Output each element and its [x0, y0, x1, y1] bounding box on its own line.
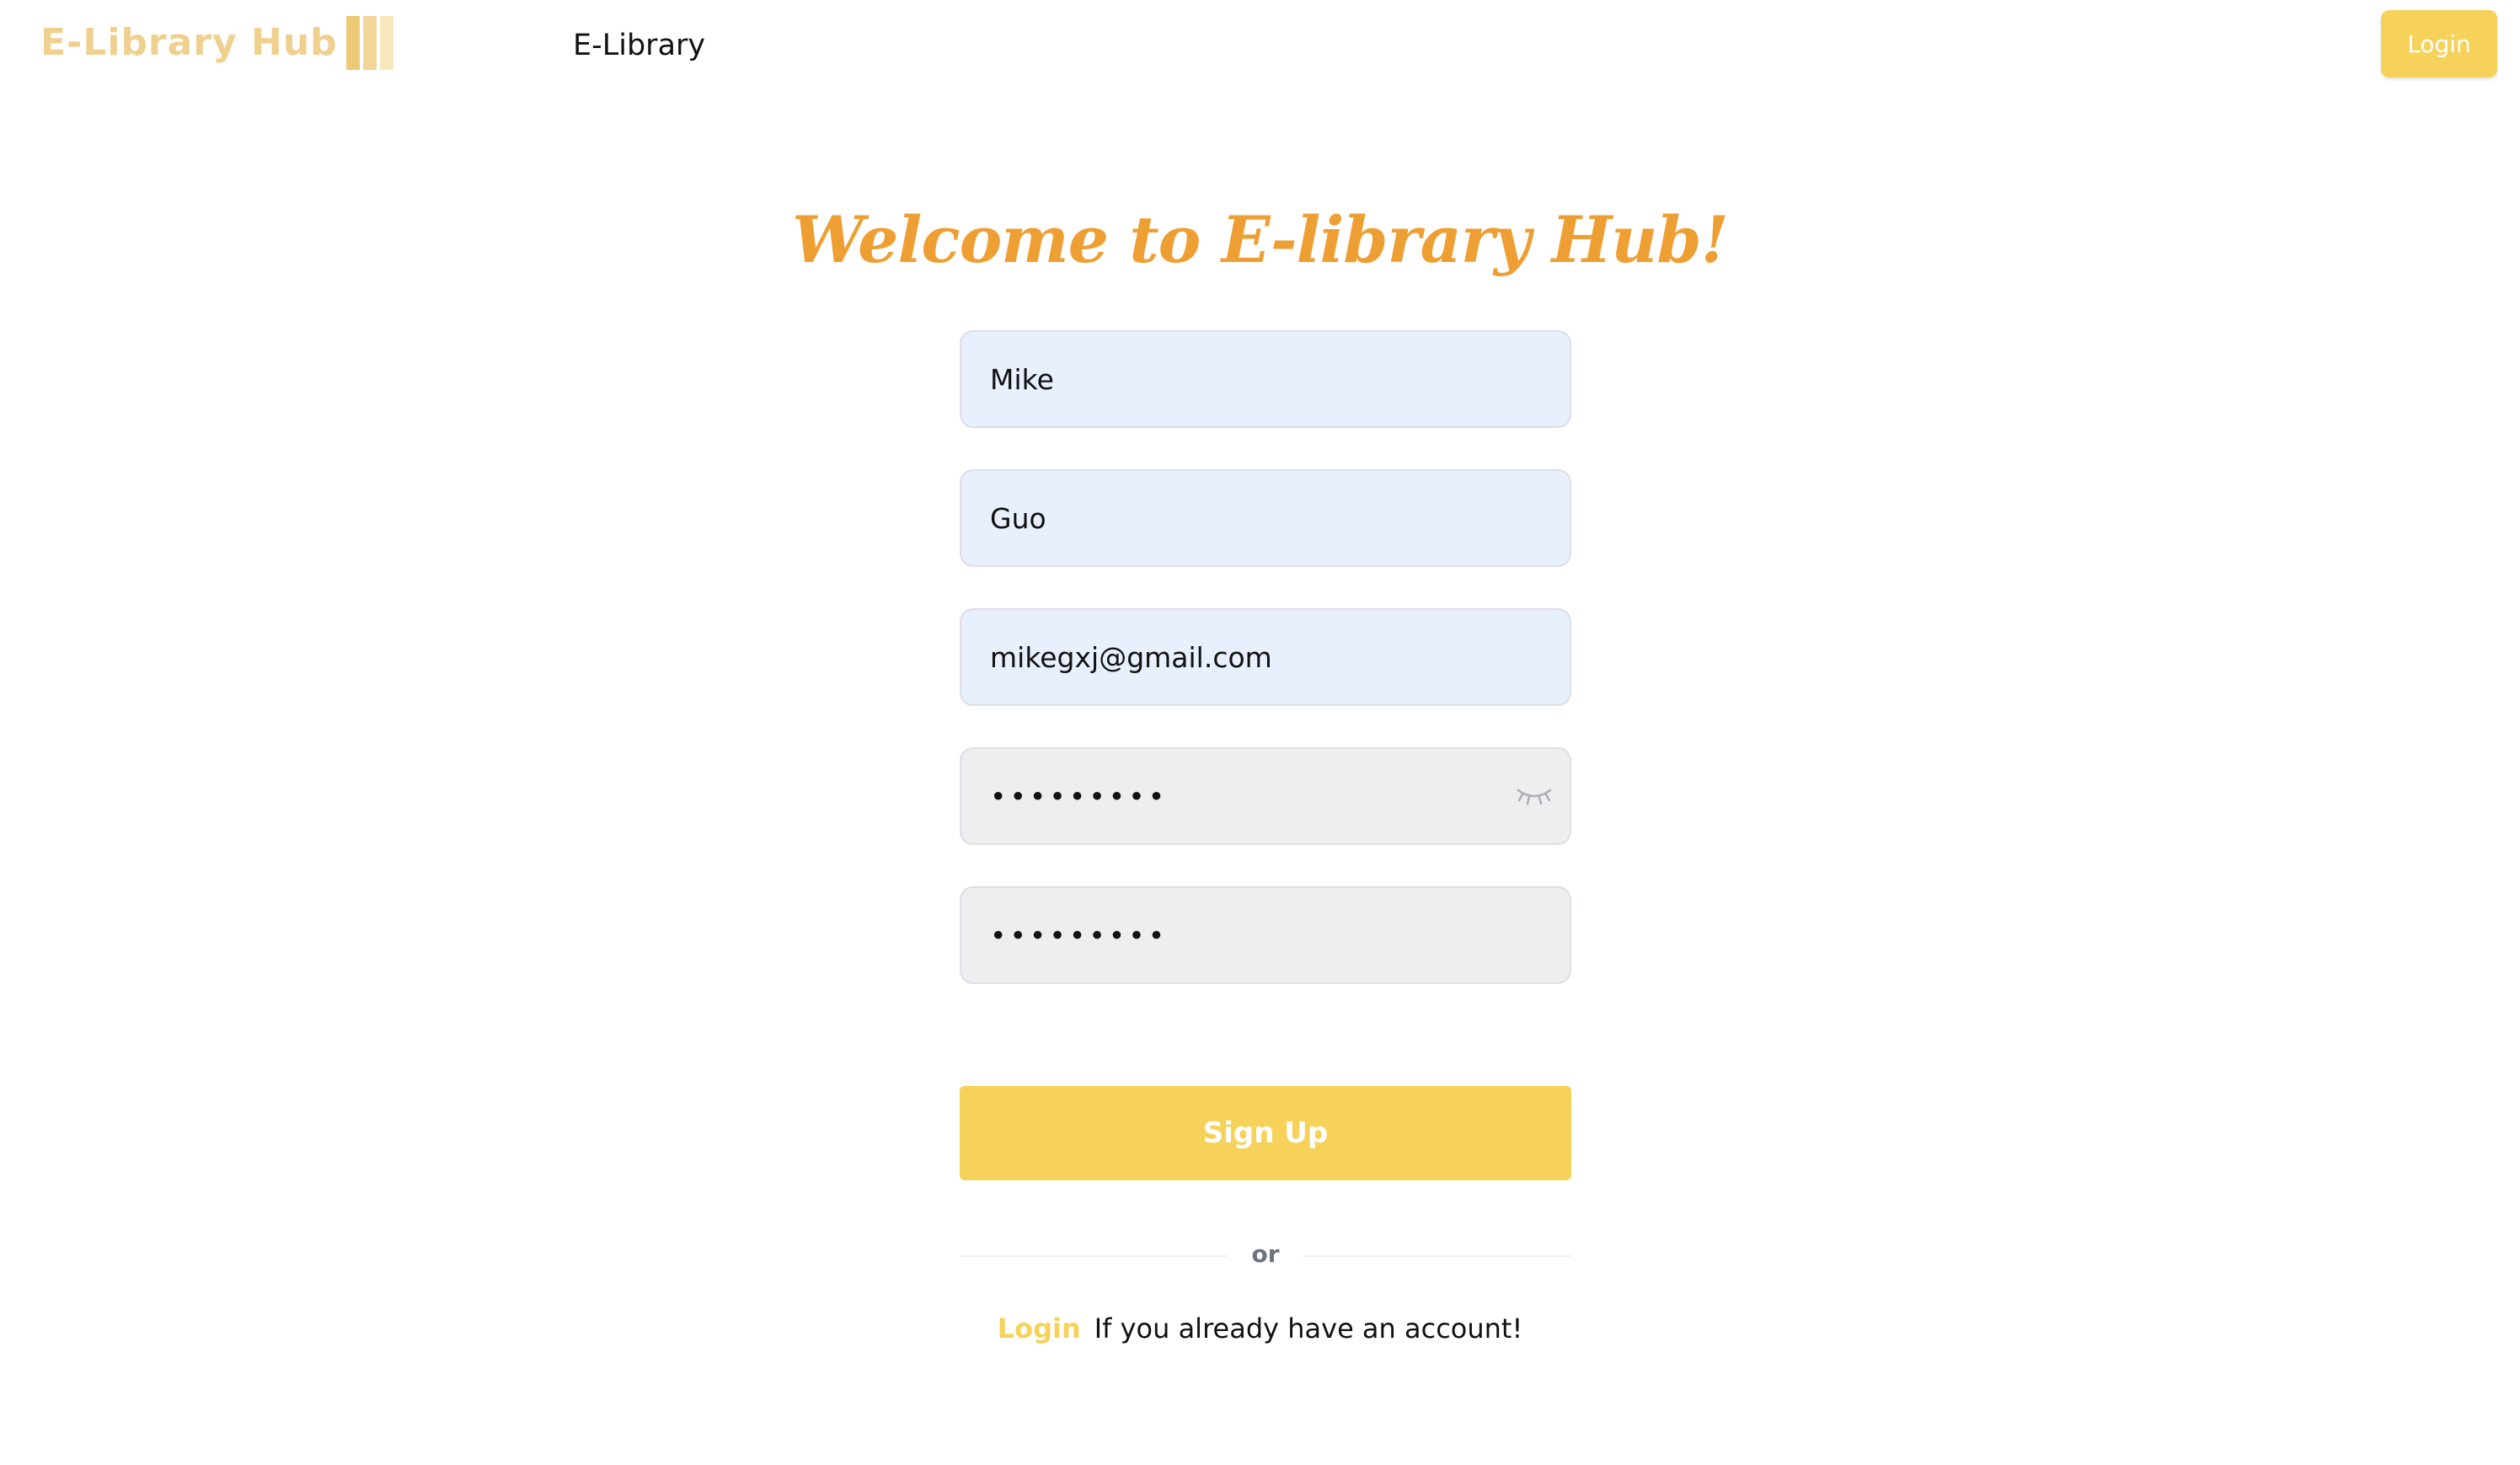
divider-line — [960, 1255, 1228, 1257]
sign-up-button[interactable]: Sign Up — [960, 1086, 1571, 1180]
last-name-input[interactable] — [960, 469, 1571, 567]
divider-line — [1303, 1255, 1571, 1257]
logo-text: E-Library Hub — [40, 21, 338, 64]
confirm-password-input[interactable] — [960, 886, 1571, 984]
header-login-button[interactable]: Login — [2381, 10, 2497, 78]
logo-bar — [345, 16, 360, 70]
nav-title[interactable]: E-Library — [573, 25, 705, 66]
login-link[interactable]: Login — [998, 1313, 1081, 1345]
first-name-input[interactable] — [960, 330, 1571, 428]
email-input[interactable] — [960, 608, 1571, 706]
logo-bar — [379, 16, 393, 70]
logo[interactable]: E-Library Hub — [40, 15, 397, 71]
bookshelf-icon — [345, 16, 397, 70]
password-input[interactable] — [960, 747, 1571, 845]
login-prompt-row: Login If you already have an account! — [0, 1313, 2520, 1345]
signup-page: E-Library Hub E-Library Login Welcome to… — [0, 0, 2520, 1465]
page-title: Welcome to E-library Hub! — [791, 202, 1729, 277]
logo-bar — [362, 16, 377, 70]
divider-text: or — [1251, 1240, 1280, 1268]
eye-closed-icon[interactable] — [1515, 783, 1554, 809]
login-prompt-text: If you already have an account! — [1094, 1313, 1523, 1345]
